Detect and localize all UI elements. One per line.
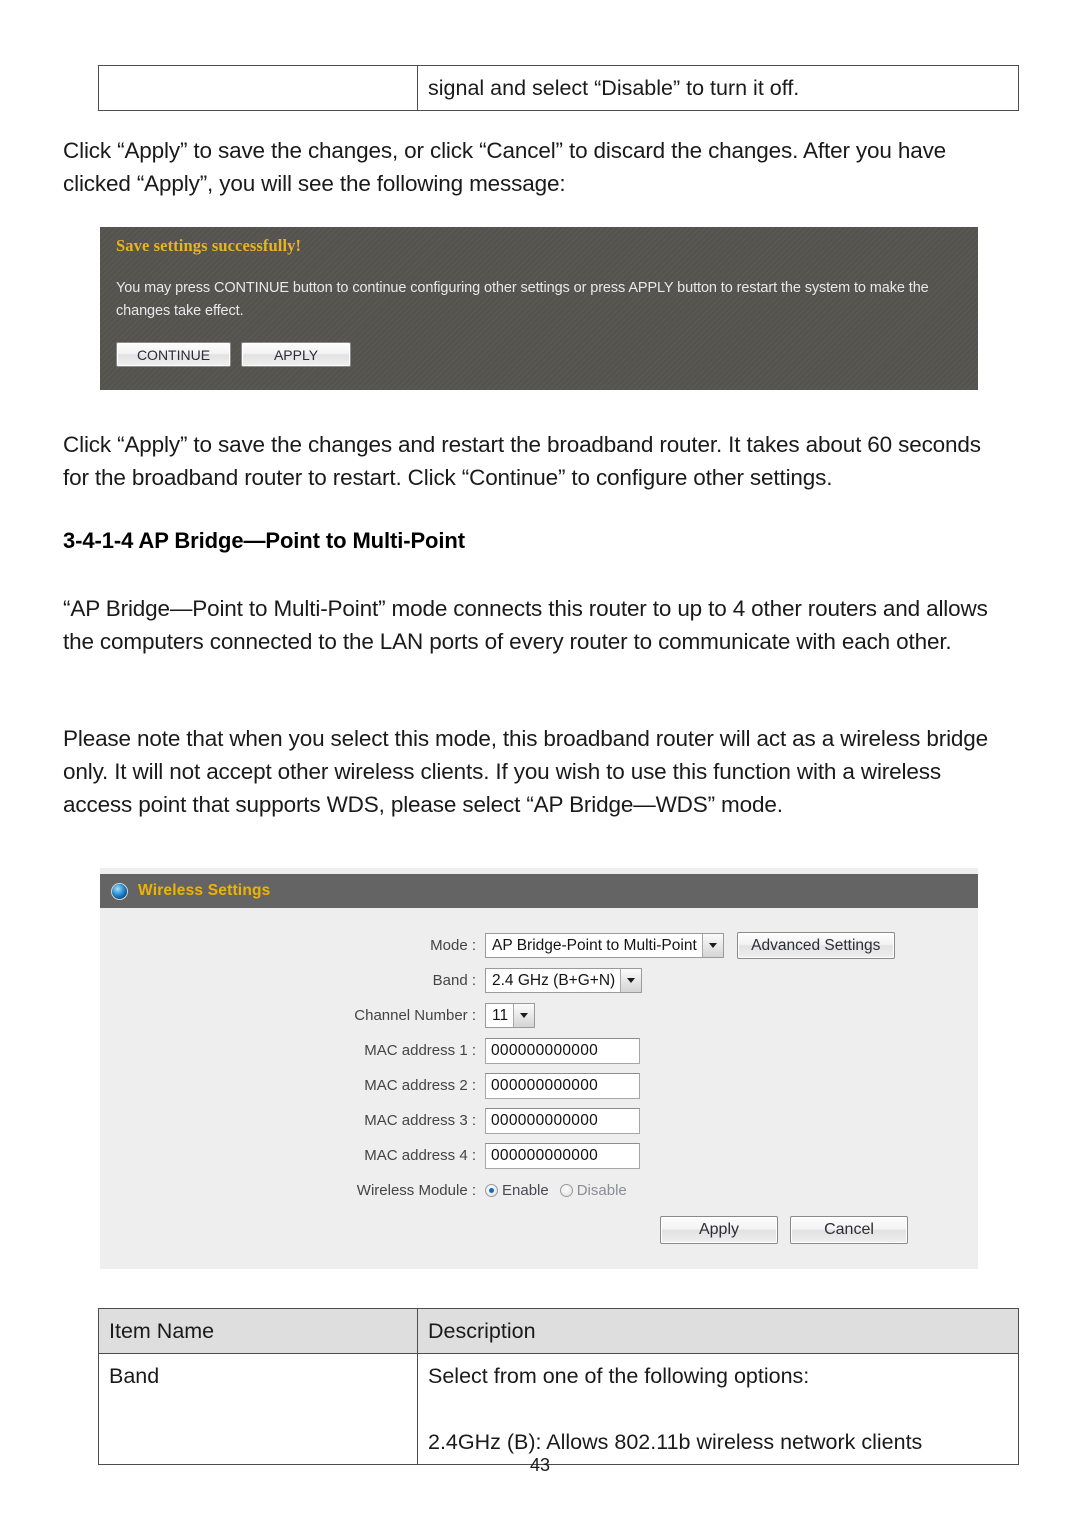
mode-label: Mode : (430, 937, 476, 954)
form-row-mac-address-3: MAC address 3 : 000000000000 (100, 1103, 978, 1138)
paragraph-mode-description: “AP Bridge—Point to Multi-Point” mode co… (63, 596, 988, 654)
document-page: signal and select “Disable” to turn it o… (0, 0, 1080, 1527)
channel-number-select[interactable]: 11 (485, 1003, 536, 1028)
table-header-row: Item Name Description (98, 1308, 1019, 1354)
mac-address-1-input[interactable]: 000000000000 (485, 1037, 640, 1064)
wireless-module-disable-label: Disable (576, 1182, 627, 1199)
table-cell-description: Select from one of the following options… (417, 1353, 1019, 1465)
form-row-mode: Mode : AP Bridge-Point to Multi-Point Ad… (100, 928, 978, 963)
continuation-table: signal and select “Disable” to turn it o… (98, 65, 1019, 111)
form-row-mac-address-4: MAC address 4 : 000000000000 (100, 1138, 978, 1173)
wireless-cancel-button[interactable]: Cancel (790, 1216, 908, 1244)
wireless-settings-title: Wireless Settings (138, 882, 271, 899)
wireless-module-disable-radio[interactable]: Disable (559, 1182, 627, 1199)
form-row-mac-address-1: MAC address 1 : 000000000000 (100, 1033, 978, 1068)
mac-address-4-label: MAC address 4 : (364, 1147, 476, 1164)
table-cell-item: Band (98, 1353, 418, 1465)
save-settings-title: Save settings successfully! (116, 236, 302, 255)
paragraph-wds-note: Please note that when you select this mo… (63, 726, 989, 817)
apply-button[interactable]: APPLY (241, 342, 351, 367)
chevron-down-icon[interactable] (620, 969, 642, 992)
wireless-module-enable-label: Enable (502, 1182, 549, 1199)
column-header-description: Description (417, 1308, 1019, 1354)
mac-address-2-label: MAC address 2 : (364, 1077, 476, 1094)
mac-address-1-label: MAC address 1 : (364, 1042, 476, 1059)
table-row: signal and select “Disable” to turn it o… (98, 65, 1019, 111)
description-line-1: Select from one of the following options… (428, 1364, 810, 1388)
continue-button[interactable]: CONTINUE (116, 342, 231, 367)
wireless-apply-button[interactable]: Apply (660, 1216, 778, 1244)
channel-number-select-value: 11 (492, 1006, 509, 1024)
table-row: Band Select from one of the following op… (98, 1353, 1019, 1465)
form-row-wireless-module: Wireless Module : Enable Disable (100, 1173, 978, 1208)
paragraph-apply-cancel: Click “Apply” to save the changes, or cl… (63, 138, 947, 196)
table-cell-description: signal and select “Disable” to turn it o… (417, 65, 1019, 111)
form-row-band: Band : 2.4 GHz (B+G+N) (100, 963, 978, 998)
radio-selected-icon (485, 1184, 498, 1197)
chevron-down-icon[interactable] (701, 934, 723, 957)
save-settings-screenshot: Save settings successfully! You may pres… (100, 227, 978, 390)
wireless-settings-actions: Apply Cancel (100, 1216, 978, 1244)
mac-address-3-input[interactable]: 000000000000 (485, 1107, 640, 1134)
wireless-module-radio-group: Enable Disable (485, 1182, 627, 1199)
description-line-2: 2.4GHz (B): Allows 802.11b wireless netw… (428, 1430, 923, 1454)
wireless-settings-screenshot: Wireless Settings Mode : AP Bridge-Point… (100, 868, 978, 1269)
table-cell-item (98, 65, 418, 111)
band-select-value: 2.4 GHz (B+G+N) (492, 971, 616, 989)
paragraph-restart-info: Click “Apply” to save the changes and re… (63, 432, 981, 490)
radio-unselected-icon (559, 1184, 573, 1197)
wireless-module-label: Wireless Module : (356, 1182, 476, 1199)
item-description-table: Item Name Description Band Select from o… (98, 1308, 1019, 1465)
channel-number-label: Channel Number : (354, 1007, 476, 1024)
band-select[interactable]: 2.4 GHz (B+G+N) (485, 968, 643, 993)
wireless-settings-header: Wireless Settings (100, 874, 978, 908)
page-number: 43 (529, 1455, 551, 1475)
save-settings-message: You may press CONTINUE button to continu… (116, 280, 929, 319)
save-settings-buttons: CONTINUE APPLY (116, 342, 351, 367)
form-row-channel-number: Channel Number : 11 (100, 998, 978, 1033)
wireless-settings-form: Mode : AP Bridge-Point to Multi-Point Ad… (100, 928, 978, 1208)
wireless-module-enable-radio[interactable]: Enable (485, 1182, 549, 1199)
band-label: Band : (432, 972, 476, 989)
advanced-settings-button[interactable]: Advanced Settings (736, 932, 895, 959)
blue-bullet-icon (112, 883, 127, 899)
chevron-down-icon[interactable] (513, 1004, 535, 1027)
mac-address-2-input[interactable]: 000000000000 (485, 1072, 640, 1099)
mac-address-3-label: MAC address 3 : (364, 1112, 476, 1129)
mode-select-value: AP Bridge-Point to Multi-Point (492, 936, 697, 954)
column-header-item-name: Item Name (98, 1308, 418, 1354)
mac-address-4-input[interactable]: 000000000000 (485, 1142, 640, 1169)
section-heading: 3-4-1-4 AP Bridge—Point to Multi-Point (63, 528, 465, 553)
mode-select[interactable]: AP Bridge-Point to Multi-Point (485, 933, 724, 958)
form-row-mac-address-2: MAC address 2 : 000000000000 (100, 1068, 978, 1103)
